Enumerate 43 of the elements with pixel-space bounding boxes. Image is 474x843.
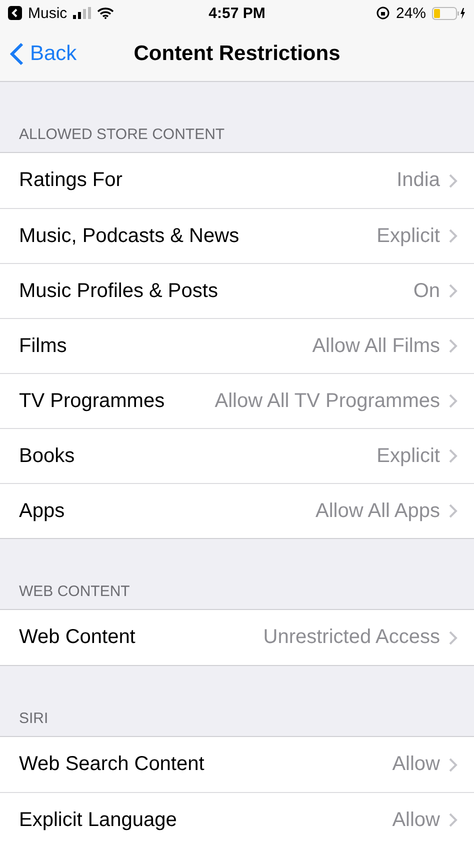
row-value: India <box>396 169 440 192</box>
row-value: Explicit <box>376 444 440 468</box>
row-label: Ratings For <box>19 169 122 192</box>
status-time: 4:57 PM <box>208 4 266 22</box>
row-label: Music, Podcasts & News <box>19 224 240 248</box>
row-label: Films <box>19 334 67 358</box>
section-header: SIRI <box>18 709 50 729</box>
chevron-icon <box>448 630 458 646</box>
row-value: Allow All TV Programmes <box>214 390 440 412</box>
row-value: Unrestricted Access <box>263 626 440 649</box>
back-chevron-icon <box>10 42 24 66</box>
rotation-lock-icon <box>376 6 390 20</box>
chevron-icon <box>448 756 458 772</box>
battery-icon <box>432 6 466 20</box>
chevron-icon <box>448 228 458 244</box>
screen-title: Content Restrictions <box>134 42 340 66</box>
row-label: Books <box>19 444 75 468</box>
row-label: Music Profiles & Posts <box>19 280 218 302</box>
back-button[interactable]: Back <box>0 42 77 66</box>
row-value: On <box>413 280 440 302</box>
chevron-icon <box>448 172 458 188</box>
row-value: Allow <box>392 753 440 776</box>
chevron-icon <box>448 283 458 299</box>
battery-percent: 24% <box>396 4 426 22</box>
chevron-icon <box>448 338 458 354</box>
chevron-icon <box>448 503 458 519</box>
chevron-icon <box>448 393 458 409</box>
row-value: Allow All Films <box>312 334 440 358</box>
section-header: ALLOWED STORE CONTENT <box>18 125 226 145</box>
signal-icon <box>73 7 92 19</box>
row-value: Allow <box>392 808 440 832</box>
row-label: TV Programmes <box>19 390 165 412</box>
section-header: WEB CONTENT <box>18 582 131 602</box>
row-value: Explicit <box>376 224 440 248</box>
row-label: Explicit Language <box>19 808 177 832</box>
chevron-icon <box>448 448 458 464</box>
chevron-icon <box>448 812 458 828</box>
row-label: Web Content <box>19 626 136 649</box>
row-label: Apps <box>19 500 65 522</box>
row-value: Allow All Apps <box>315 500 440 522</box>
back-app-label[interactable]: Music <box>28 4 68 22</box>
row-label: Web Search Content <box>19 753 204 776</box>
wifi-icon <box>97 7 114 19</box>
